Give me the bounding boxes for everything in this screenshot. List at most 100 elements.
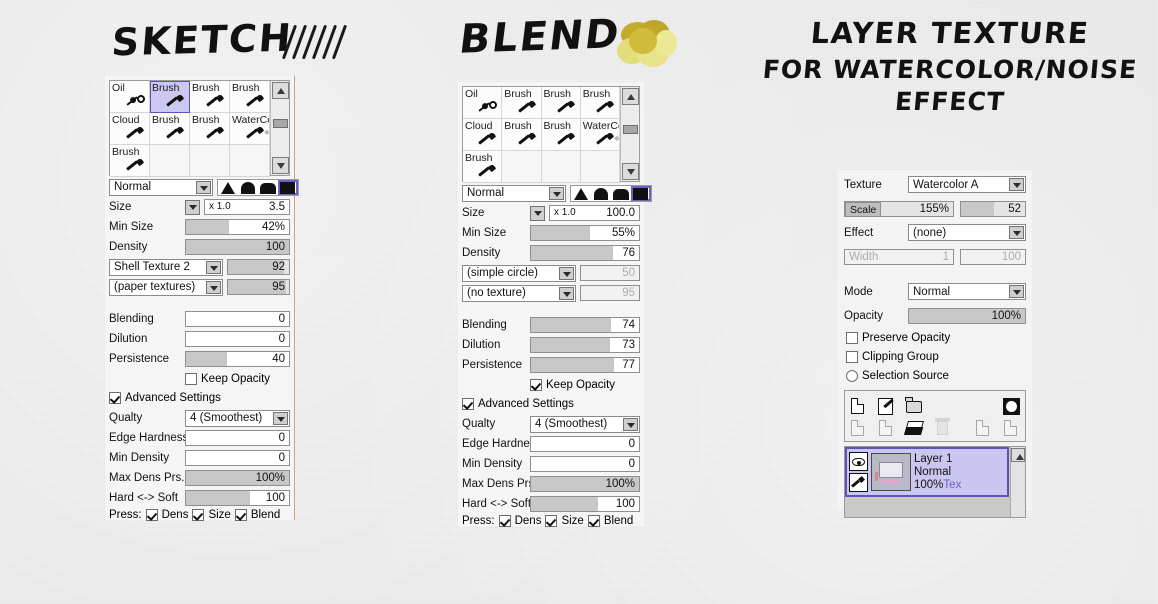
brush-shape-select[interactable]: Shell Texture 2 bbox=[109, 258, 223, 276]
shape-square-button[interactable] bbox=[278, 179, 298, 195]
dilution-slider[interactable]: 73 bbox=[530, 337, 640, 353]
density-slider[interactable]: 76 bbox=[530, 245, 640, 261]
brush-selector-grid[interactable]: Oil Brush Brush Brush Cloud Brush Brush … bbox=[109, 80, 290, 177]
edge-hardness-slider[interactable]: 0 bbox=[185, 430, 290, 446]
shape-dome-button[interactable] bbox=[591, 186, 611, 201]
quality-select[interactable]: 4 (Smoothest) bbox=[185, 409, 290, 427]
chevron-down-icon[interactable] bbox=[623, 417, 638, 431]
brush-shape-strength-slider[interactable]: 92 bbox=[227, 259, 290, 275]
scrollbar-thumb[interactable] bbox=[623, 125, 638, 134]
brush-cell[interactable]: Brush bbox=[463, 151, 503, 183]
brush-cell-empty[interactable] bbox=[580, 151, 620, 183]
brush-texture-strength-slider[interactable]: 95 bbox=[580, 285, 640, 301]
chevron-down-icon[interactable] bbox=[1009, 226, 1024, 239]
brush-texture-strength-slider[interactable]: 95 bbox=[227, 279, 290, 295]
chevron-down-icon[interactable] bbox=[549, 186, 564, 200]
brush-shape-buttons[interactable] bbox=[217, 178, 299, 196]
texture-scale-slider[interactable]: Scale 155% bbox=[844, 200, 954, 217]
advanced-settings-row[interactable]: Advanced Settings bbox=[109, 390, 290, 406]
scroll-up-icon[interactable] bbox=[1011, 448, 1025, 462]
brush-grid-scrollbar[interactable] bbox=[620, 87, 639, 181]
shape-square-button[interactable] bbox=[631, 185, 651, 201]
new-folder-icon[interactable] bbox=[905, 396, 924, 416]
effect-select[interactable]: (none) bbox=[908, 224, 1026, 241]
brush-cell-empty[interactable] bbox=[150, 145, 190, 177]
shape-triangle-button[interactable] bbox=[218, 180, 238, 195]
chevron-down-icon[interactable] bbox=[559, 266, 574, 280]
layer-mask-icon[interactable] bbox=[1002, 397, 1021, 416]
brush-cell[interactable]: Brush bbox=[110, 145, 150, 177]
layer-mode-select[interactable]: Normal bbox=[908, 283, 1026, 300]
keep-opacity-row[interactable]: Keep Opacity bbox=[109, 371, 290, 387]
brush-cell[interactable]: Brush bbox=[502, 87, 542, 119]
brush-cell[interactable]: Brush bbox=[580, 87, 620, 119]
keep-opacity-checkbox[interactable] bbox=[530, 379, 542, 391]
merge-down-icon[interactable] bbox=[849, 419, 868, 438]
quality-select[interactable]: 4 (Smoothest) bbox=[530, 415, 640, 433]
brush-cell[interactable]: Brush bbox=[190, 113, 230, 145]
persistence-slider[interactable]: 77 bbox=[530, 357, 640, 373]
brush-cell[interactable]: Cloud bbox=[110, 113, 150, 145]
chevron-down-icon[interactable] bbox=[559, 286, 574, 300]
layer-list[interactable]: Layer 1 Normal 100%Tex bbox=[844, 446, 1026, 518]
brush-cell[interactable]: Oil bbox=[463, 87, 503, 119]
brush-cell[interactable]: Brush bbox=[541, 119, 581, 151]
preserve-opacity-row[interactable]: Preserve Opacity bbox=[846, 330, 1028, 346]
scroll-up-icon[interactable] bbox=[272, 82, 289, 99]
pressure-dens-checkbox[interactable] bbox=[498, 515, 511, 527]
pressure-blend-checkbox[interactable] bbox=[234, 509, 247, 521]
shape-trapezoid-button[interactable] bbox=[258, 180, 278, 195]
chevron-down-icon[interactable] bbox=[196, 180, 211, 194]
brush-cell-selected[interactable]: Brush bbox=[150, 81, 190, 113]
blending-slider[interactable]: 74 bbox=[530, 317, 640, 333]
add-below-icon[interactable] bbox=[1002, 419, 1021, 438]
chevron-down-icon[interactable] bbox=[1009, 178, 1024, 191]
brush-texture-select[interactable]: (no texture) bbox=[462, 284, 576, 302]
hard-soft-slider[interactable]: 100 bbox=[185, 490, 290, 506]
persistence-slider[interactable]: 40 bbox=[185, 351, 290, 367]
min-size-slider[interactable]: 42% bbox=[185, 219, 290, 235]
shape-dome-button[interactable] bbox=[238, 180, 258, 195]
brush-selector-grid[interactable]: Oil Brush Brush Brush Cloud Brush Brush … bbox=[462, 86, 640, 183]
brush-cell-empty[interactable] bbox=[230, 145, 270, 177]
size-preset-button[interactable] bbox=[530, 205, 545, 221]
brush-shape-strength-slider[interactable]: 50 bbox=[580, 265, 640, 281]
scroll-down-icon[interactable] bbox=[272, 157, 289, 174]
clipping-group-row[interactable]: Clipping Group bbox=[846, 349, 1028, 365]
delete-layer-icon[interactable] bbox=[933, 417, 952, 438]
merge-selected-icon[interactable] bbox=[877, 419, 896, 438]
layer-list-scrollbar[interactable] bbox=[1010, 447, 1025, 517]
clear-layer-icon[interactable] bbox=[903, 419, 925, 438]
layer-select-pen-icon[interactable] bbox=[849, 473, 868, 492]
brush-cell[interactable]: WaterCo bbox=[580, 119, 620, 151]
blend-mode-select[interactable]: Normal bbox=[462, 184, 566, 202]
selection-source-radio[interactable] bbox=[846, 370, 858, 382]
brush-cell-empty[interactable] bbox=[502, 151, 542, 183]
size-preset-button[interactable] bbox=[185, 199, 200, 215]
brush-cell-empty[interactable] bbox=[190, 145, 230, 177]
max-dens-prs-slider[interactable]: 100% bbox=[530, 476, 640, 492]
size-input[interactable]: x 1.0 100.0 bbox=[549, 205, 640, 221]
edge-hardness-slider[interactable]: 0 bbox=[530, 436, 640, 452]
max-dens-prs-slider[interactable]: 100% bbox=[185, 470, 290, 486]
advanced-settings-checkbox[interactable] bbox=[462, 398, 474, 410]
brush-cell[interactable]: Brush bbox=[190, 81, 230, 113]
chevron-down-icon[interactable] bbox=[273, 411, 288, 425]
texture-select[interactable]: Watercolor A bbox=[908, 176, 1026, 193]
preserve-opacity-checkbox[interactable] bbox=[846, 332, 858, 344]
blending-slider[interactable]: 0 bbox=[185, 311, 290, 327]
brush-shape-select[interactable]: (simple circle) bbox=[462, 264, 576, 282]
shape-triangle-button[interactable] bbox=[571, 186, 591, 201]
pressure-blend-checkbox[interactable] bbox=[587, 515, 600, 527]
brush-shape-buttons[interactable] bbox=[570, 184, 652, 202]
brush-cell[interactable]: Brush bbox=[541, 87, 581, 119]
transfer-down-icon[interactable] bbox=[974, 419, 993, 438]
density-slider[interactable]: 100 bbox=[185, 239, 290, 255]
min-size-slider[interactable]: 55% bbox=[530, 225, 640, 241]
list-item[interactable]: Layer 1 Normal 100%Tex bbox=[845, 447, 1009, 497]
min-density-slider[interactable]: 0 bbox=[185, 450, 290, 466]
shape-trapezoid-button[interactable] bbox=[611, 186, 631, 201]
keep-opacity-row[interactable]: Keep Opacity bbox=[462, 377, 640, 393]
pressure-size-checkbox[interactable] bbox=[545, 515, 558, 527]
brush-grid-scrollbar[interactable] bbox=[270, 81, 289, 175]
